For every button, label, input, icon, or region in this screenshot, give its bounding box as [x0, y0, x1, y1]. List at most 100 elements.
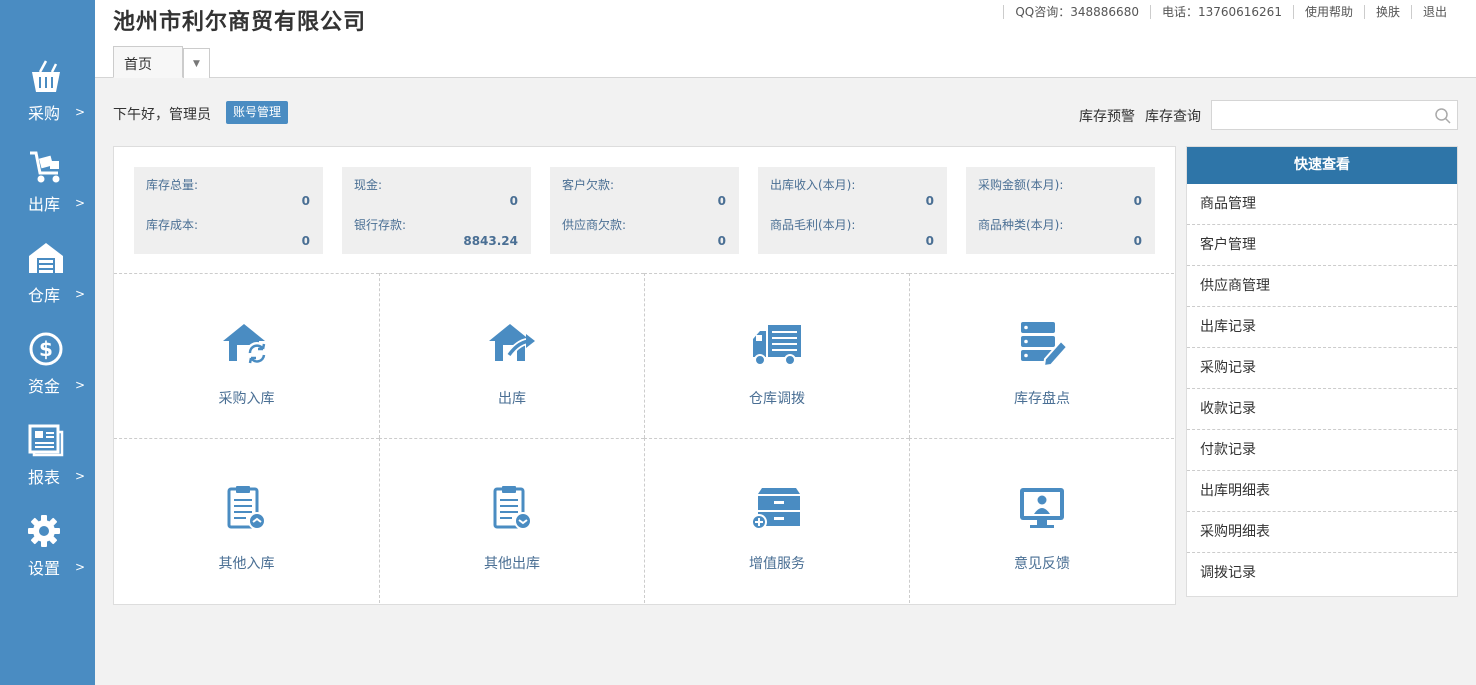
stock-query-label: 库存查询 — [1145, 109, 1201, 125]
stat-label: 出库收入(本月): — [770, 178, 856, 192]
account-manage-button[interactable]: 账号管理 — [226, 101, 288, 124]
stock-warning-link[interactable]: 库存预警 — [1079, 106, 1135, 126]
dashboard-panel: 库存总量: 0 库存成本: 0 现金: 0 银行存款: 8843.24 客户欠款… — [113, 146, 1176, 605]
stat-card-purchase: 采购金额(本月): 0 商品种类(本月): 0 — [966, 167, 1155, 254]
stat-label: 采购金额(本月): — [978, 178, 1064, 192]
dollar-icon: $ — [29, 332, 63, 366]
sidebar-item-warehouse[interactable]: 仓库 > — [0, 240, 95, 330]
shortcut-label: 仓库调拨 — [749, 391, 805, 407]
stat-label: 商品种类(本月): — [978, 218, 1064, 232]
shortcut-label: 其他出库 — [484, 556, 540, 572]
shortcut-other-in[interactable]: 其他入库 — [114, 438, 379, 603]
report-icon — [28, 424, 64, 457]
warehouse-icon — [29, 243, 63, 273]
quick-view-panel: 快速查看 商品管理 客户管理 供应商管理 出库记录 采购记录 收款记录 付款记录… — [1186, 146, 1458, 597]
stat-card-cash: 现金: 0 银行存款: 8843.24 — [342, 167, 531, 254]
quick-item-outbound-details[interactable]: 出库明细表 — [1187, 471, 1457, 512]
shortcut-label: 其他入库 — [218, 556, 275, 572]
shortcut-label: 意见反馈 — [1014, 556, 1070, 572]
tab-home[interactable]: 首页 — [113, 46, 183, 78]
stat-value: 8843.24 — [463, 234, 518, 248]
stat-card-debts: 客户欠款: 0 供应商欠款: 0 — [550, 167, 739, 254]
stat-value: 0 — [301, 194, 310, 208]
quick-item-purchase-records[interactable]: 采购记录 — [1187, 348, 1457, 389]
chevron-right-icon: > — [75, 196, 86, 210]
shortcut-label: 出库 — [498, 391, 526, 407]
sidebar-item-outbound[interactable]: 出库 > — [0, 149, 95, 239]
help-link[interactable]: 使用帮助 — [1292, 5, 1364, 19]
chevron-right-icon: > — [75, 287, 86, 301]
sidebar-item-reports[interactable]: 报表 > — [0, 422, 95, 512]
quick-view-title: 快速查看 — [1187, 147, 1457, 184]
stat-value: 0 — [509, 194, 518, 208]
quick-item-payment-records[interactable]: 付款记录 — [1187, 430, 1457, 471]
caret-down-icon: ▼ — [193, 59, 200, 69]
stat-label: 银行存款: — [354, 218, 407, 232]
shortcut-transfer[interactable]: 仓库调拨 — [644, 273, 909, 438]
sidebar-item-label: 资金 — [28, 377, 61, 396]
shortcut-inventory-check[interactable]: 库存盘点 — [909, 273, 1174, 438]
stat-card-income: 出库收入(本月): 0 商品毛利(本月): 0 — [758, 167, 947, 254]
stat-value: 0 — [301, 234, 310, 248]
stat-label: 供应商欠款: — [562, 218, 627, 232]
sidebar-item-purchase[interactable]: 采购 > — [0, 58, 95, 148]
basket-icon — [32, 60, 60, 92]
sidebar-item-label: 报表 — [28, 468, 61, 487]
qq-consult-link[interactable]: QQ咨询：348886680 — [1003, 5, 1150, 19]
shortcut-purchase-in[interactable]: 采购入库 — [114, 273, 379, 438]
inventory-check-icon — [1021, 322, 1069, 368]
stock-out-icon — [489, 324, 535, 361]
sidebar-item-label: 设置 — [28, 559, 61, 578]
stat-label: 客户欠款: — [562, 178, 615, 192]
sidebar-item-settings[interactable]: 设置 > — [0, 513, 95, 603]
stat-value: 0 — [925, 194, 934, 208]
search-icon[interactable] — [1434, 107, 1452, 125]
stat-label: 现金: — [354, 178, 383, 192]
stat-value: 0 — [1133, 194, 1142, 208]
shortcut-label: 库存盘点 — [1014, 391, 1070, 407]
stat-value: 0 — [717, 194, 726, 208]
quick-item-suppliers[interactable]: 供应商管理 — [1187, 266, 1457, 307]
tab-dropdown-button[interactable]: ▼ — [183, 48, 210, 78]
header: 池州市利尔商贸有限公司 QQ咨询：348886680 电话：1376061626… — [95, 0, 1476, 78]
quick-item-customers[interactable]: 客户管理 — [1187, 225, 1457, 266]
greeting: 下午好，管理员 — [113, 107, 211, 123]
stat-label: 库存成本: — [146, 218, 199, 232]
cabinet-plus-icon — [751, 488, 800, 530]
shortcut-feedback[interactable]: 意见反馈 — [909, 438, 1174, 603]
quick-item-outbound-records[interactable]: 出库记录 — [1187, 307, 1457, 348]
quick-item-products[interactable]: 商品管理 — [1187, 184, 1457, 225]
clipboard-in-icon — [227, 486, 266, 530]
logout-link[interactable]: 退出 — [1410, 5, 1458, 19]
stat-value: 0 — [925, 234, 934, 248]
chevron-right-icon: > — [75, 560, 86, 574]
stat-label: 库存总量: — [146, 178, 199, 192]
shortcut-label: 增值服务 — [749, 556, 805, 572]
shortcut-other-out[interactable]: 其他出库 — [379, 438, 644, 603]
stock-search-input[interactable] — [1211, 100, 1458, 130]
gear-icon — [28, 515, 60, 547]
top-links: QQ咨询：348886680 电话：13760616261 使用帮助 换肤 退出 — [1003, 5, 1458, 19]
shortcut-stock-out[interactable]: 出库 — [379, 273, 644, 438]
feedback-monitor-icon — [1020, 488, 1064, 528]
quick-item-purchase-details[interactable]: 采购明细表 — [1187, 512, 1457, 553]
quick-item-transfer-records[interactable]: 调拨记录 — [1187, 553, 1457, 594]
shortcut-label: 采购入库 — [218, 391, 275, 407]
sidebar-item-label: 仓库 — [28, 286, 61, 305]
svg-text:$: $ — [39, 337, 53, 361]
shortcut-value-added[interactable]: 增值服务 — [644, 438, 909, 603]
truck-icon — [753, 325, 801, 366]
skin-link[interactable]: 换肤 — [1363, 5, 1411, 19]
quick-item-receipt-records[interactable]: 收款记录 — [1187, 389, 1457, 430]
cart-icon — [30, 151, 60, 183]
sidebar: 采购 > 出库 > 仓库 > $ 资金 > 报表 > 设置 > — [0, 0, 95, 685]
purchase-in-icon — [223, 324, 268, 364]
stat-value: 0 — [1133, 234, 1142, 248]
stat-value: 0 — [717, 234, 726, 248]
sidebar-item-label: 出库 — [28, 195, 61, 214]
company-name: 池州市利尔商贸有限公司 — [113, 10, 367, 35]
sidebar-item-funds[interactable]: $ 资金 > — [0, 331, 95, 421]
phone-link[interactable]: 电话：13760616261 — [1149, 5, 1293, 19]
sidebar-item-label: 采购 — [28, 104, 61, 123]
stat-label: 商品毛利(本月): — [770, 218, 856, 232]
